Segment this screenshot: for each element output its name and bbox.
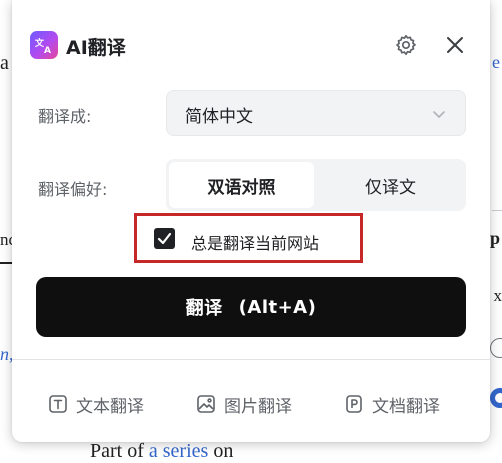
always-translate-checkbox[interactable]	[154, 228, 175, 249]
background-text-fragment: x	[494, 286, 502, 306]
preference-option-translation-only[interactable]: 仅译文	[318, 162, 463, 208]
always-translate-label[interactable]: 总是翻译当前网站	[191, 230, 319, 254]
background-text: Part of	[90, 440, 149, 462]
ai-translate-popup: 文 A AI翻译 翻译成: 简体中文 翻译偏好: 双语对照	[12, 0, 490, 442]
preference-segmented-control: 双语对照 仅译文	[166, 159, 466, 211]
target-language-label: 翻译成:	[38, 103, 91, 127]
text-translate-button[interactable]: 文本翻译	[48, 390, 144, 418]
text-icon	[48, 394, 68, 414]
background-link-fragment[interactable]: e	[492, 52, 500, 73]
image-translate-label: 图片翻译	[224, 392, 292, 417]
background-divider	[492, 210, 502, 211]
document-translate-button[interactable]: 文档翻译	[344, 390, 440, 418]
popup-header: 文 A AI翻译	[12, 0, 490, 92]
background-text-fragment: a	[0, 52, 9, 75]
background-text: on	[208, 440, 233, 462]
translate-button[interactable]: 翻译 (Alt+A)	[36, 277, 466, 337]
target-language-select[interactable]: 简体中文	[166, 90, 466, 136]
document-icon	[344, 394, 364, 414]
preference-label: 翻译偏好:	[38, 176, 107, 200]
translate-button-label: 翻译	[186, 294, 223, 320]
popup-title: AI翻译	[66, 33, 126, 60]
text-translate-label: 文本翻译	[76, 392, 144, 417]
chevron-down-icon	[431, 106, 447, 122]
background-text-line: Part of a series on	[90, 440, 233, 463]
target-language-value: 简体中文	[185, 102, 253, 127]
divider	[12, 359, 490, 360]
background-link[interactable]: a series	[149, 440, 208, 462]
translate-button-shortcut: (Alt+A)	[239, 297, 317, 318]
preference-option-bilingual[interactable]: 双语对照	[169, 162, 314, 208]
background-text-fragment: p	[490, 228, 500, 249]
background-radio[interactable]	[490, 338, 502, 358]
close-icon[interactable]	[443, 33, 467, 57]
translate-logo-icon: 文 A	[30, 31, 58, 59]
gear-icon[interactable]	[394, 33, 418, 57]
svg-text:A: A	[44, 46, 51, 55]
background-radio-selected[interactable]	[490, 388, 502, 408]
document-translate-label: 文档翻译	[372, 392, 440, 417]
checkmark-icon	[157, 231, 172, 246]
background-divider	[0, 262, 12, 264]
image-translate-button[interactable]: 图片翻译	[196, 390, 292, 418]
image-icon	[196, 394, 216, 414]
